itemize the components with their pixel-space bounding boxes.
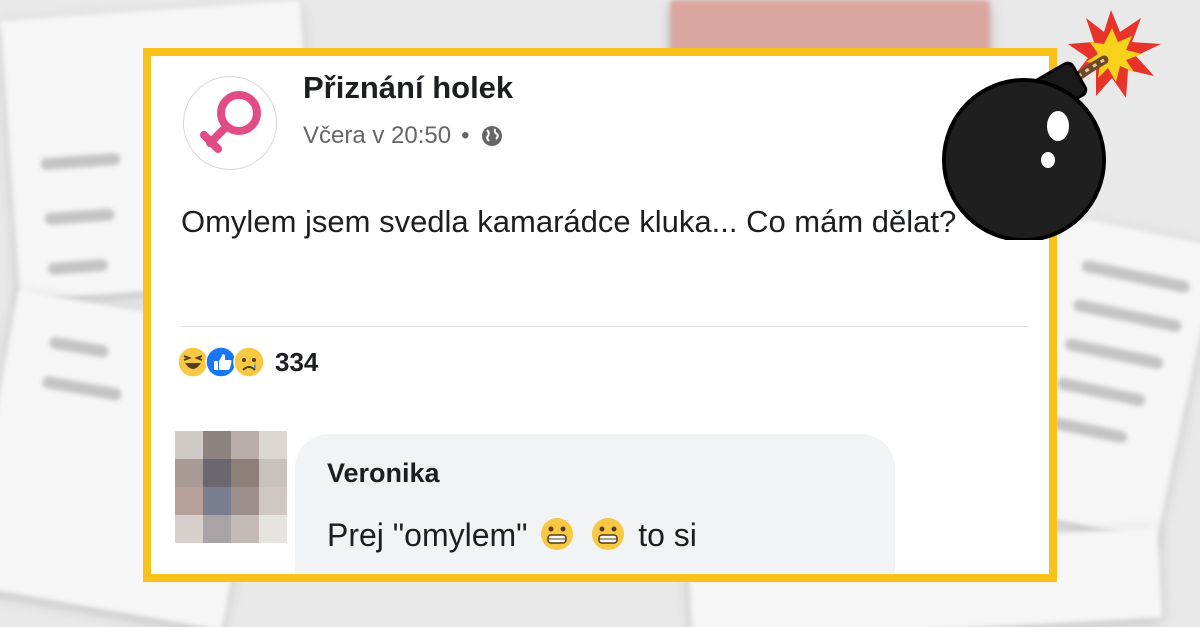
comment-author[interactable]: Veronika xyxy=(327,458,440,489)
post-frame: Přiznání holek Včera v 20:50 • Omylem js… xyxy=(143,48,1057,582)
comment-text-part1: Prej "omylem" xyxy=(327,517,528,553)
grin-emoji-icon xyxy=(541,518,574,550)
page-name[interactable]: Přiznání holek xyxy=(303,70,513,106)
post-meta: Včera v 20:50 • xyxy=(303,122,504,150)
divider xyxy=(181,326,1029,327)
meta-separator: • xyxy=(461,122,470,149)
reactions-bar[interactable]: 334 xyxy=(177,346,318,378)
globe-icon[interactable] xyxy=(480,124,504,148)
female-symbol-icon xyxy=(200,91,261,153)
post-time[interactable]: Včera v 20:50 xyxy=(303,122,451,150)
comment-text-line2: jako zakopla a upadla mu na xyxy=(327,571,734,574)
grin-emoji-icon xyxy=(592,518,625,550)
commenter-avatar-pixelated[interactable] xyxy=(175,431,287,543)
sad-icon xyxy=(233,346,265,378)
post-text: Omylem jsem svedla kamarádce kluka... Co… xyxy=(181,204,957,239)
reaction-count[interactable]: 334 xyxy=(275,347,318,378)
comment-text: Prej "omylem" to si jako zakopla a upadl… xyxy=(327,508,887,574)
bomb-icon xyxy=(942,10,1161,240)
page-avatar[interactable] xyxy=(183,76,277,170)
comment-text-part2: to si xyxy=(638,517,697,553)
